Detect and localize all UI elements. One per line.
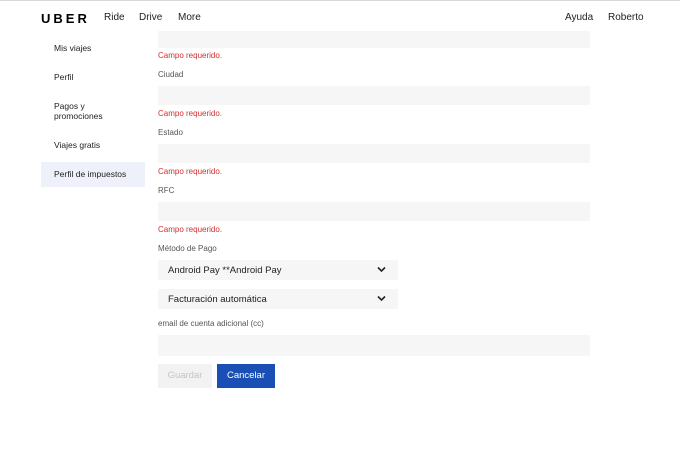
nav-more-link[interactable]: More [178, 12, 201, 23]
top-nav-bar: UBER Ride Drive More Ayuda Roberto [0, 0, 680, 34]
chevron-down-icon [377, 266, 386, 273]
sidebar-item-mis-viajes[interactable]: Mis viajes [41, 43, 145, 53]
rfc-input[interactable] [158, 202, 590, 221]
sidebar-item-perfil[interactable]: Perfil [41, 72, 145, 82]
billing-select[interactable]: Facturación automática [158, 289, 398, 309]
error-message: Campo requerido. [158, 167, 223, 176]
previous-field-input[interactable] [158, 31, 590, 48]
sidebar-item-viajes-gratis[interactable]: Viajes gratis [41, 140, 145, 150]
nav-help-link[interactable]: Ayuda [565, 12, 593, 23]
billing-value: Facturación automática [168, 294, 267, 305]
state-label: Estado [158, 128, 183, 137]
cc-email-input[interactable] [158, 335, 590, 356]
nav-drive-link[interactable]: Drive [139, 12, 162, 23]
state-input[interactable] [158, 144, 590, 163]
save-button[interactable]: Guardar [158, 364, 212, 388]
city-input[interactable] [158, 86, 590, 105]
payment-method-select[interactable]: Android Pay **Android Pay [158, 260, 398, 280]
cc-email-label: email de cuenta adicional (cc) [158, 319, 264, 328]
uber-logo[interactable]: UBER [41, 11, 90, 26]
rfc-label: RFC [158, 186, 175, 195]
sidebar-item-pagos-promociones[interactable]: Pagos y promociones [41, 101, 121, 121]
cancel-button[interactable]: Cancelar [217, 364, 275, 388]
nav-ride-link[interactable]: Ride [104, 12, 125, 23]
error-message: Campo requerido. [158, 51, 223, 60]
payment-method-value: Android Pay **Android Pay [168, 265, 282, 276]
payment-method-label: Método de Pago [158, 244, 217, 253]
city-label: Ciudad [158, 70, 184, 79]
user-menu[interactable]: Roberto [608, 12, 644, 23]
error-message: Campo requerido. [158, 225, 223, 234]
error-message: Campo requerido. [158, 109, 223, 118]
sidebar-item-perfil-impuestos[interactable]: Perfil de impuestos [41, 162, 145, 187]
chevron-down-icon [377, 295, 386, 302]
